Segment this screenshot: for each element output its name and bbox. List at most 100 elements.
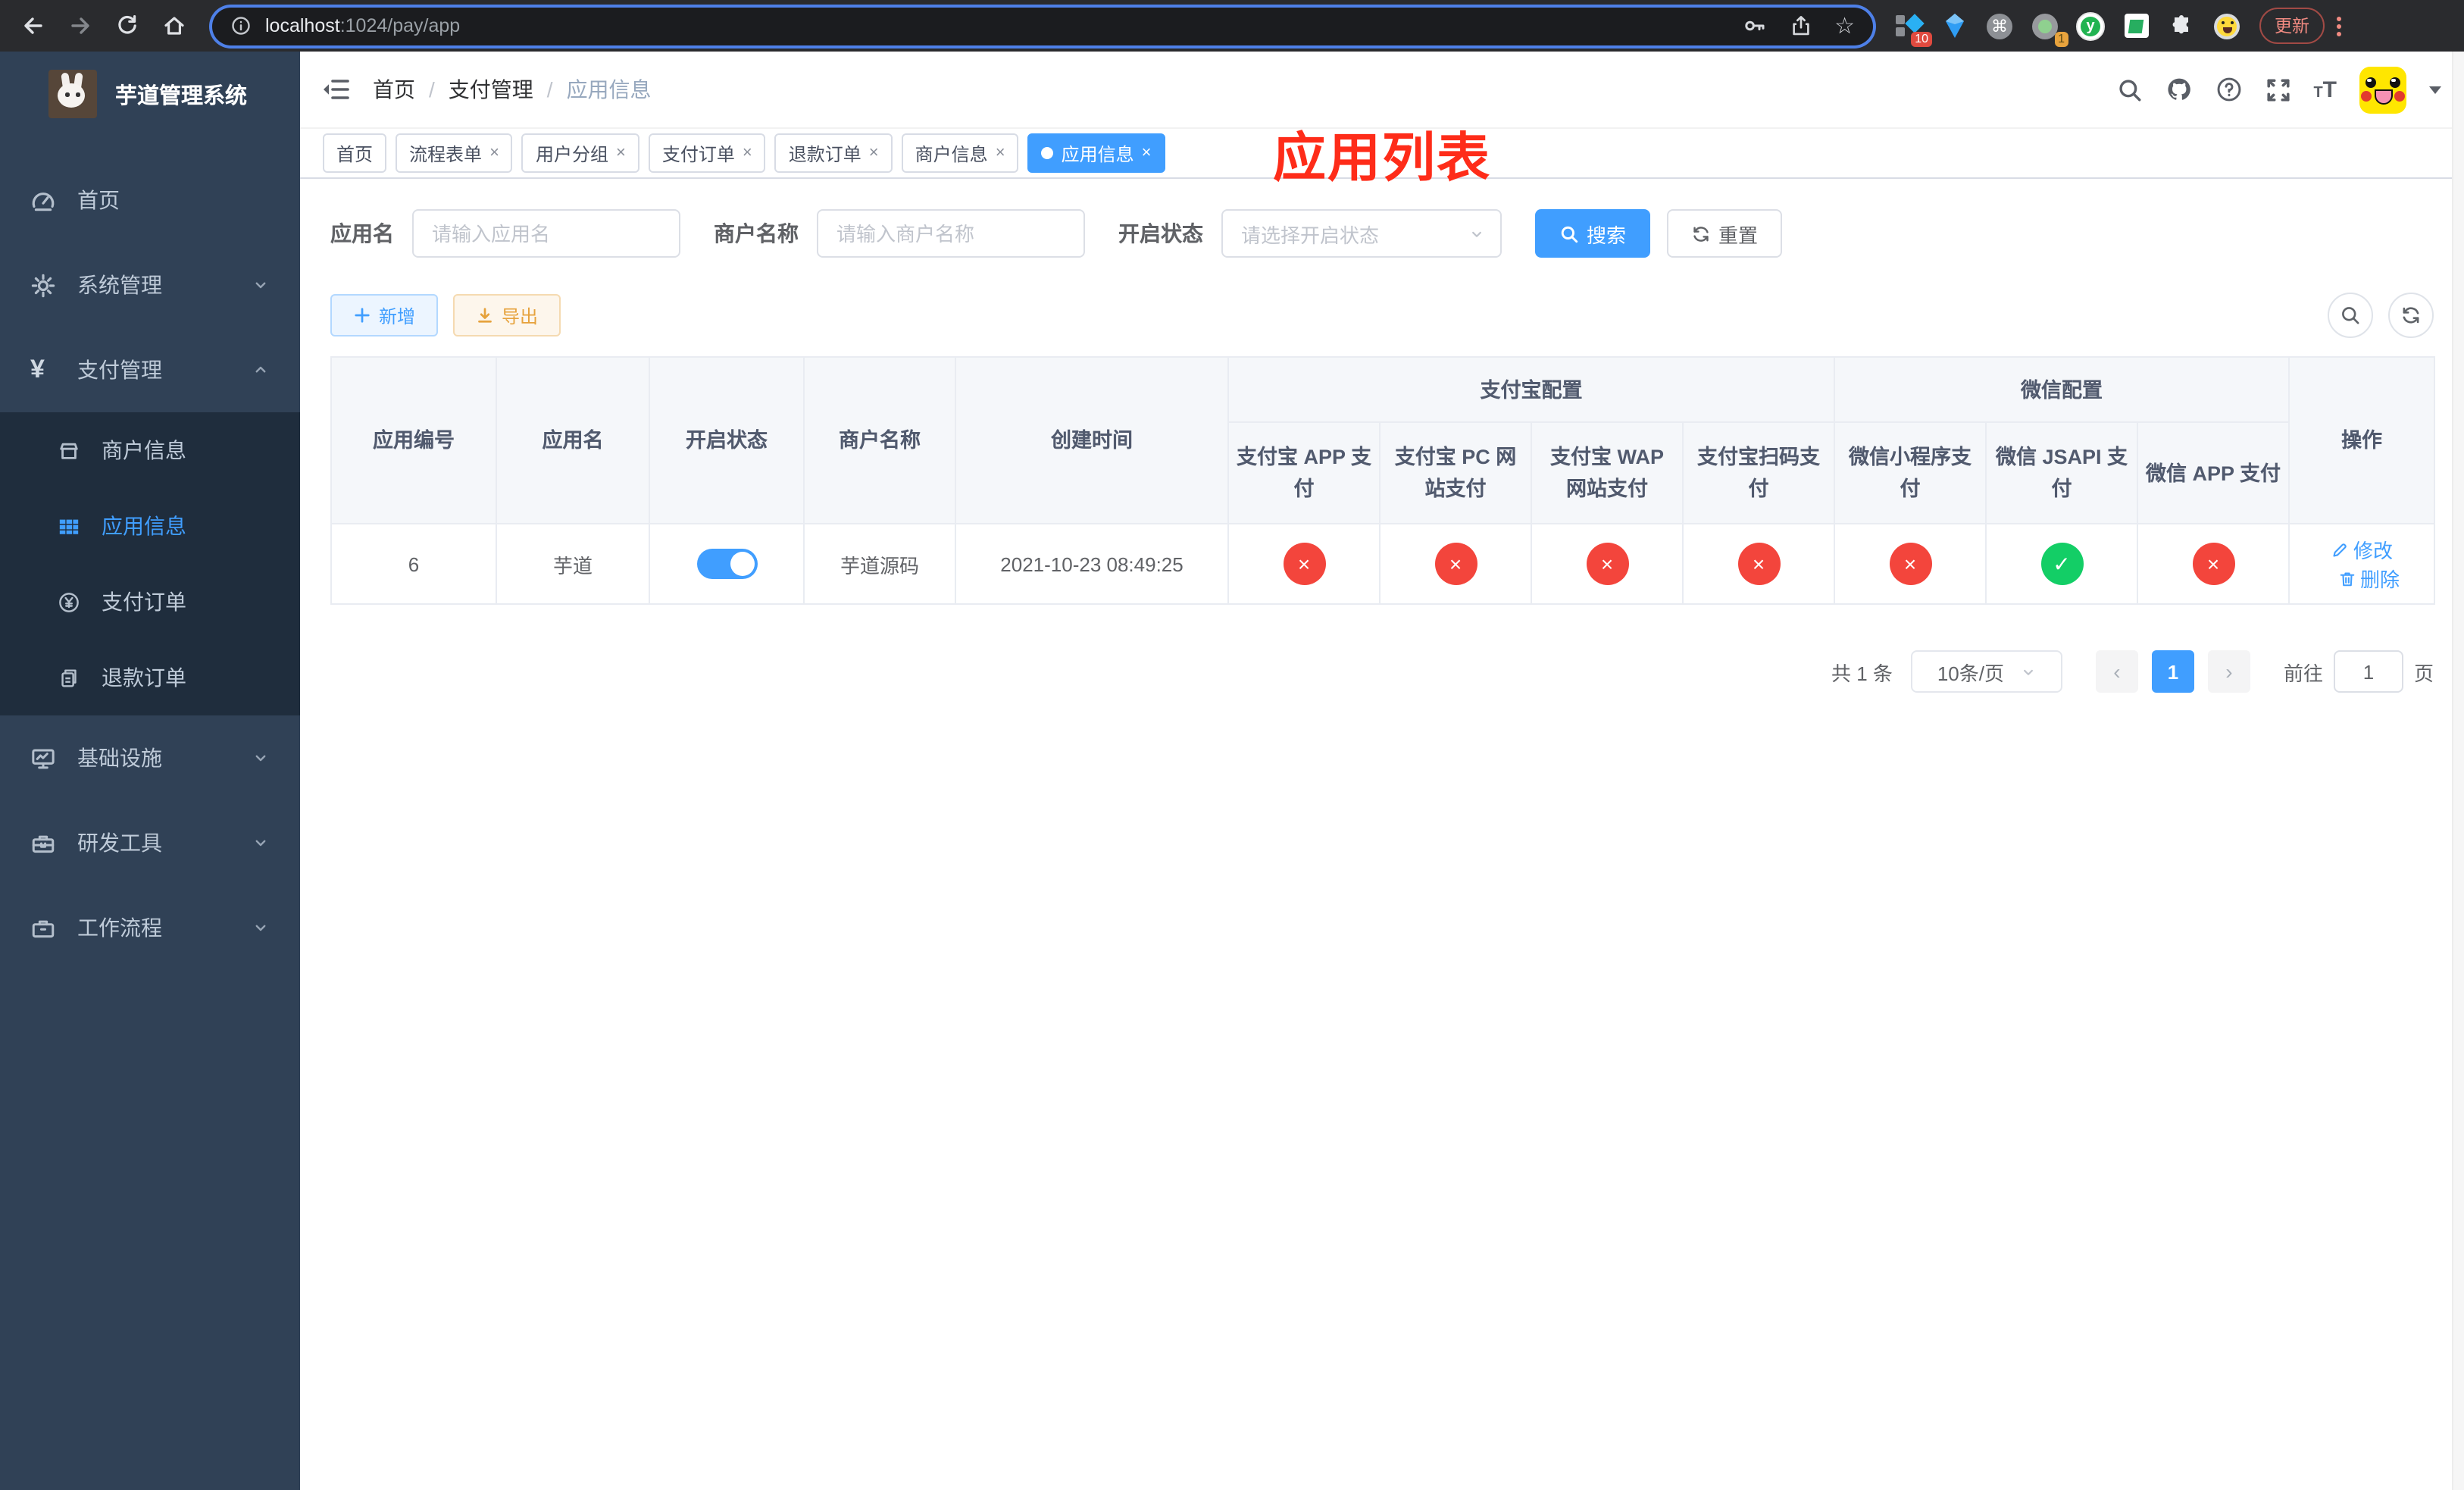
sidebar-item-app[interactable]: 应用信息	[0, 488, 300, 564]
channel-status-icon: ×	[1434, 543, 1477, 585]
breadcrumb-home[interactable]: 首页	[373, 74, 415, 105]
url-text: localhost:1024/pay/app	[265, 15, 461, 36]
bookmark-star-icon[interactable]: ☆	[1834, 14, 1855, 37]
tab-close-icon[interactable]: ×	[1142, 144, 1152, 162]
extension-y-icon[interactable]: y	[2076, 11, 2105, 40]
breadcrumb: 首页 / 支付管理 / 应用信息	[373, 74, 652, 105]
app-name-input[interactable]	[412, 209, 680, 258]
yen-icon: ¥	[30, 355, 45, 383]
top-navbar: 首页 / 支付管理 / 应用信息 T T	[300, 52, 2464, 127]
toggle-search-button[interactable]	[2328, 293, 2373, 338]
tab[interactable]: 流程表单 ×	[396, 133, 513, 173]
table-toolbar: 新增 导出	[330, 293, 2434, 338]
chevron-down-icon	[252, 276, 270, 294]
address-bar[interactable]: localhost:1024/pay/app ☆	[212, 7, 1873, 45]
sidebar-item-merchant[interactable]: 商户信息	[0, 412, 300, 488]
toolbox-icon	[30, 830, 56, 856]
tab-close-icon[interactable]: ×	[869, 144, 879, 162]
sidebar-menu: 首页 系统管理 ¥ 支付管理 商户信息 应用信息 支付订单 退款订单 基础设施 …	[0, 158, 300, 970]
sidebar-item-infra[interactable]: 基础设施	[0, 715, 300, 800]
documents-icon	[58, 666, 80, 689]
browser-reload-icon[interactable]	[109, 8, 145, 44]
site-info-icon[interactable]	[230, 15, 252, 36]
tab-label: 支付订单	[661, 143, 735, 164]
browser-back-icon[interactable]	[15, 8, 52, 44]
app-logo-row[interactable]: 芋道管理系统	[0, 52, 300, 136]
tab-close-icon[interactable]: ×	[616, 144, 626, 162]
cell-channel: ✓	[1985, 523, 2138, 605]
sidebar-item-home[interactable]: 首页	[0, 158, 300, 243]
sidebar-item-system[interactable]: 系统管理	[0, 243, 300, 327]
browser-home-icon[interactable]	[156, 8, 192, 44]
page-content: 应用名 商户名称 开启状态 请选择开启状态 搜索	[300, 179, 2464, 1490]
tab[interactable]: 商户信息 ×	[901, 133, 1019, 173]
export-button[interactable]: 导出	[453, 294, 561, 337]
header-search-icon[interactable]	[2116, 77, 2142, 102]
filter-form: 应用名 商户名称 开启状态 请选择开启状态 搜索	[330, 209, 2434, 258]
share-icon[interactable]	[1789, 14, 1812, 38]
tab[interactable]: 用户分组 ×	[521, 133, 639, 173]
goto-page-input[interactable]	[2333, 650, 2403, 693]
sidebar-item-refund-order[interactable]: 退款订单	[0, 640, 300, 715]
page-number-button[interactable]: 1	[2151, 650, 2194, 693]
chevron-down-icon	[1468, 225, 1485, 242]
font-size-icon[interactable]: TT	[2313, 78, 2337, 101]
delete-link[interactable]: 删除	[2337, 564, 2400, 593]
browser-menu-icon[interactable]	[2337, 16, 2341, 36]
edit-link[interactable]: 修改	[2331, 535, 2393, 564]
github-icon[interactable]	[2165, 76, 2192, 103]
tab[interactable]: 退款订单 ×	[774, 133, 893, 173]
status-select[interactable]: 请选择开启状态	[1221, 209, 1502, 258]
next-page-button[interactable]: ›	[2207, 650, 2250, 693]
col-header-ops: 操作	[2288, 356, 2436, 524]
extension-command-icon[interactable]: ⌘	[1985, 11, 2014, 40]
window-scrollbar[interactable]	[2452, 52, 2464, 1490]
prev-page-button[interactable]: ‹	[2095, 650, 2138, 693]
col-header-channel: 微信 JSAPI 支付	[1985, 421, 2138, 524]
chevron-down-icon	[252, 749, 270, 767]
merchant-name-input[interactable]	[817, 209, 1085, 258]
cell-channel: ×	[1379, 523, 1532, 605]
browser-forward-icon[interactable]	[62, 8, 98, 44]
extension-puzzle-icon[interactable]	[2167, 11, 2196, 40]
cell-id: 6	[330, 523, 497, 605]
reset-button[interactable]: 重置	[1667, 209, 1783, 258]
extension-recorder-icon[interactable]: 1	[2031, 11, 2068, 46]
refresh-button[interactable]	[2388, 293, 2434, 338]
sidebar-item-dev-tools[interactable]: 研发工具	[0, 800, 300, 885]
add-button[interactable]: 新增	[330, 294, 439, 337]
sidebar-item-workflow[interactable]: 工作流程	[0, 885, 300, 970]
breadcrumb-pay[interactable]: 支付管理	[449, 74, 533, 105]
search-button[interactable]: 搜索	[1535, 209, 1651, 258]
page-size-select[interactable]: 10条/页	[1910, 650, 2062, 693]
extension-emoji-icon[interactable]	[2212, 11, 2241, 40]
pay-submenu: 商户信息 应用信息 支付订单 退款订单	[0, 412, 300, 715]
navbar-actions: TT	[2116, 66, 2441, 113]
cell-created: 2021-10-23 08:49:25	[955, 523, 1229, 605]
tab-close-icon[interactable]: ×	[743, 144, 752, 162]
extensions-area: 10 ⌘ 1 y	[1894, 11, 2241, 46]
extension-flag-icon[interactable]	[2122, 11, 2150, 40]
browser-update-button[interactable]: 更新	[2259, 8, 2325, 44]
tab-close-icon[interactable]: ×	[996, 144, 1005, 162]
extension-gem-icon[interactable]	[1940, 11, 1968, 40]
sidebar-collapse-icon[interactable]	[323, 77, 350, 102]
avatar[interactable]	[2359, 66, 2406, 113]
tab[interactable]: 应用信息 ×	[1027, 133, 1165, 173]
extension-pin-icon[interactable]: 10	[1894, 11, 1932, 46]
tab[interactable]: 首页	[323, 133, 387, 173]
cell-channel: ×	[1227, 523, 1381, 605]
tab-label: 首页	[336, 143, 374, 164]
col-group-wechat: 微信配置	[1833, 356, 2290, 423]
cell-ops: 修改 删除	[2288, 523, 2436, 605]
sidebar-item-pay-order[interactable]: 支付订单	[0, 564, 300, 640]
sidebar-item-pay[interactable]: ¥ 支付管理	[0, 327, 300, 412]
monitor-icon	[30, 745, 56, 771]
fullscreen-icon[interactable]	[2265, 77, 2290, 102]
avatar-caret-icon[interactable]	[2429, 86, 2441, 93]
enabled-toggle[interactable]	[696, 549, 757, 579]
password-key-icon[interactable]	[1742, 14, 1766, 38]
tab[interactable]: 支付订单 ×	[648, 133, 766, 173]
help-icon[interactable]	[2215, 76, 2242, 103]
tab-close-icon[interactable]: ×	[489, 144, 499, 162]
